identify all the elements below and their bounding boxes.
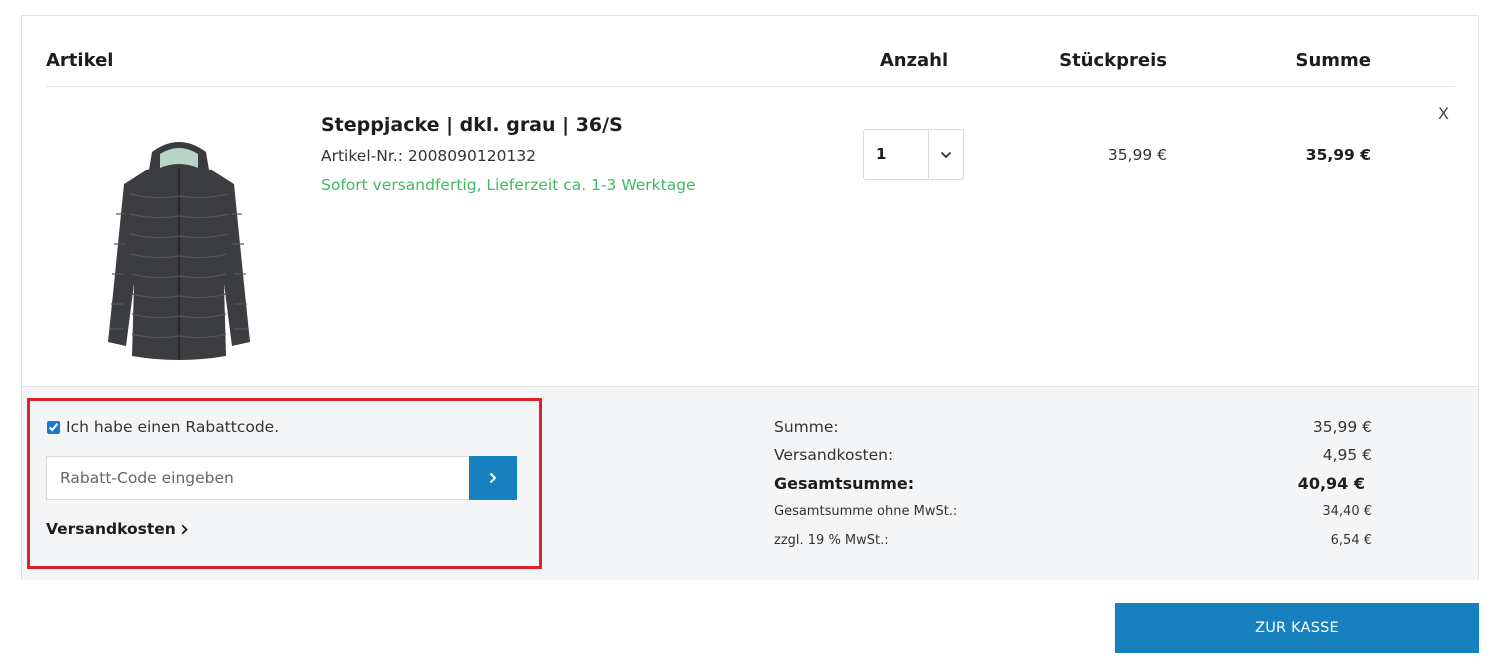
remove-item-button[interactable]: X [1438, 104, 1449, 123]
totals-subtotal-row: Summe: 35,99 € [774, 418, 1372, 436]
header-artikel: Artikel [46, 50, 114, 71]
line-total: 35,99 € [1305, 146, 1371, 164]
cart-table: Artikel Anzahl Stückpreis Summe Steppjac… [21, 15, 1479, 580]
coupon-code-input[interactable] [46, 456, 470, 500]
grand-total-value: 40,94 € [1297, 474, 1365, 493]
vat-label: zzgl. 19 % MwSt.: [774, 533, 889, 548]
net-total-label: Gesamtsumme ohne MwSt.: [774, 504, 958, 519]
header-summe: Summe [1295, 50, 1372, 71]
totals-grand-row: Gesamtsumme: 40,94 € [774, 474, 1365, 493]
quilted-jacket-image[interactable] [94, 134, 264, 364]
chevron-down-icon[interactable] [928, 130, 963, 179]
shipping-label: Versandkosten: [774, 446, 894, 464]
availability-text: Sofort versandfertig, Lieferzeit ca. 1-3… [321, 176, 696, 194]
coupon-checkbox-row[interactable]: Ich habe einen Rabattcode. [47, 418, 279, 436]
chevron-right-icon [489, 472, 497, 484]
quantity-value: 1 [876, 145, 887, 163]
shipping-costs-label: Versandkosten [46, 520, 176, 538]
shipping-costs-link[interactable]: Versandkosten [46, 520, 188, 538]
totals-net-row: Gesamtsumme ohne MwSt.: 34,40 € [774, 504, 1372, 519]
coupon-checkbox-label: Ich habe einen Rabattcode. [66, 418, 280, 436]
product-sku: Artikel-Nr.: 2008090120132 [321, 147, 537, 165]
grand-total-label: Gesamtsumme: [774, 474, 915, 493]
unit-price: 35,99 € [1107, 146, 1167, 164]
header-divider [46, 86, 1454, 87]
net-total-value: 34,40 € [1322, 504, 1372, 519]
chevron-right-icon [181, 524, 188, 534]
shipping-value: 4,95 € [1322, 446, 1372, 464]
checkout-button[interactable]: ZUR KASSE [1115, 603, 1479, 653]
coupon-submit-button[interactable] [469, 456, 517, 500]
coupon-checkbox[interactable] [47, 420, 60, 434]
product-name[interactable]: Steppjacke | dkl. grau | 36/S [321, 114, 623, 136]
subtotal-label: Summe: [774, 418, 839, 436]
totals-vat-row: zzgl. 19 % MwSt.: 6,54 € [774, 533, 1372, 548]
header-stueckpreis: Stückpreis [1059, 50, 1167, 71]
quantity-select[interactable]: 1 [863, 129, 964, 180]
subtotal-value: 35,99 € [1312, 418, 1372, 436]
header-anzahl: Anzahl [879, 50, 949, 71]
totals-shipping-row: Versandkosten: 4,95 € [774, 446, 1372, 464]
vat-value: 6,54 € [1330, 533, 1372, 548]
cart-footer: Ich habe einen Rabattcode. Versandkosten… [22, 386, 1478, 580]
